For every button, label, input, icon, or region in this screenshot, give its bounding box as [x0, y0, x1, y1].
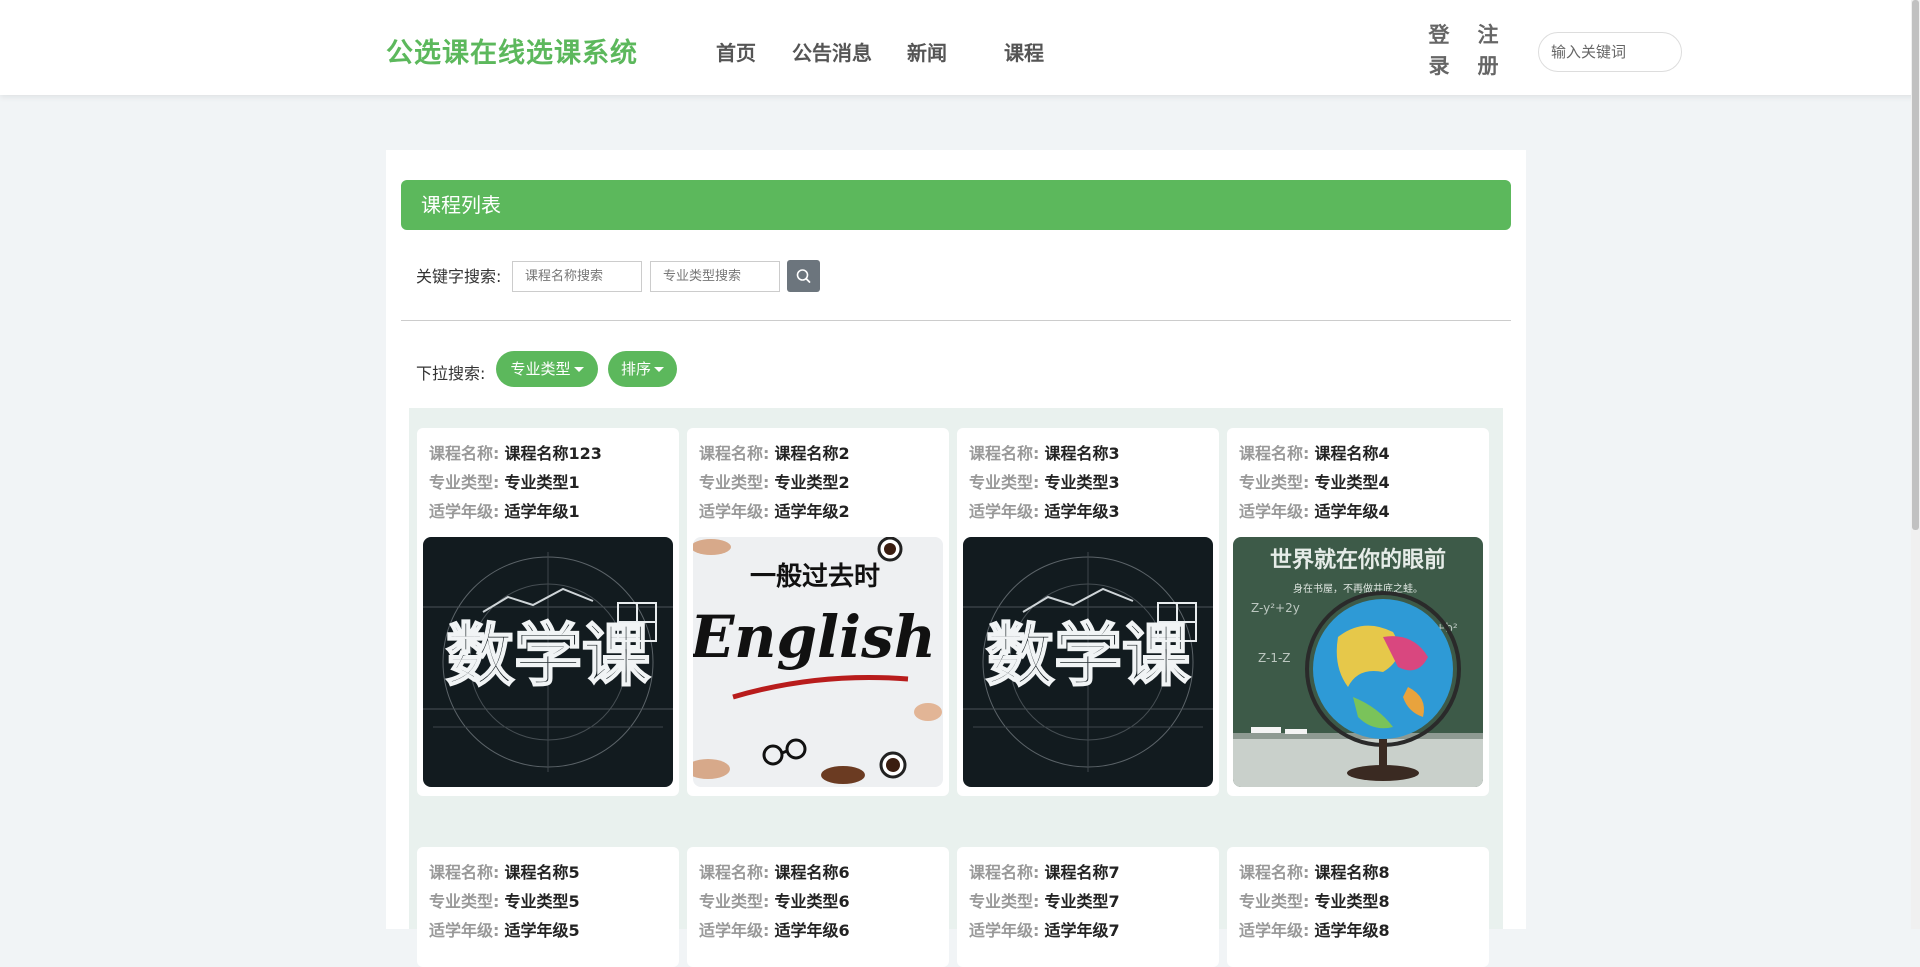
search-icon	[796, 269, 811, 283]
course-image[interactable]: 数学课	[963, 537, 1213, 787]
course-card[interactable]: 课程名称: 课程名称123 专业类型: 专业类型1 适学年级: 适学年级1 数学…	[417, 428, 679, 796]
sort-dropdown-label: 排序	[620, 360, 651, 378]
major-type: 专业类型8	[1314, 892, 1390, 911]
course-image[interactable]: 世界就在你的眼前 身在书屋，不再做井底之蛙。 Z-y²+2y Z-1-Z a²+…	[1233, 537, 1483, 787]
course-name: 课程名称3	[1044, 444, 1120, 463]
course-name: 课程名称4	[1314, 444, 1390, 463]
major-type-dropdown[interactable]: 专业类型	[496, 351, 598, 387]
major-type: 专业类型5	[504, 892, 580, 911]
course-name-label: 课程名称:	[699, 863, 770, 882]
caret-down-icon	[654, 367, 664, 372]
course-name: 课程名称2	[774, 444, 850, 463]
course-name: 课程名称8	[1314, 863, 1390, 882]
grade-label: 适学年级:	[699, 502, 770, 521]
panel-title: 课程列表	[401, 180, 1511, 230]
course-name-search-input[interactable]	[512, 261, 642, 292]
search-button[interactable]	[787, 260, 820, 292]
major-type-search-input[interactable]	[650, 261, 780, 292]
grade: 适学年级6	[774, 921, 850, 940]
grade-label: 适学年级:	[429, 921, 500, 940]
grade-label: 适学年级:	[969, 502, 1040, 521]
major-type-label: 专业类型:	[429, 892, 500, 911]
grade-label: 适学年级:	[699, 921, 770, 940]
course-name-label: 课程名称:	[699, 444, 770, 463]
grade: 适学年级1	[504, 502, 580, 521]
course-image[interactable]: 数学课	[423, 537, 673, 787]
course-card[interactable]: 课程名称: 课程名称5 专业类型: 专业类型5 适学年级: 适学年级5	[417, 847, 679, 967]
major-type-label: 专业类型:	[699, 892, 770, 911]
course-card[interactable]: 课程名称: 课程名称6 专业类型: 专业类型6 适学年级: 适学年级6	[687, 847, 949, 967]
dropdown-search-label: 下拉搜索:	[416, 364, 486, 383]
section-divider	[401, 320, 1511, 321]
scrollbar-thumb[interactable]	[1912, 0, 1919, 530]
grade-label: 适学年级:	[969, 921, 1040, 940]
english-image-title: 一般过去时	[750, 562, 880, 592]
major-type: 专业类型3	[1044, 473, 1120, 492]
major-type-dropdown-label: 专业类型	[510, 360, 571, 378]
site-brand[interactable]: 公选课在线选课系统	[386, 31, 638, 70]
header-search-input[interactable]	[1538, 32, 1682, 72]
course-name-label: 课程名称:	[1239, 863, 1310, 882]
nav-courses[interactable]: 课程	[1004, 37, 1044, 66]
course-card[interactable]: 课程名称: 课程名称2 专业类型: 专业类型2 适学年级: 适学年级2 一般过去…	[687, 428, 949, 796]
nav-home[interactable]: 首页	[716, 37, 756, 66]
course-name-label: 课程名称:	[1239, 444, 1310, 463]
login-link[interactable]: 登录	[1428, 20, 1450, 82]
caret-down-icon	[573, 367, 584, 372]
course-name: 课程名称5	[504, 863, 580, 882]
course-name: 课程名称123	[504, 444, 602, 463]
major-type-label: 专业类型:	[429, 473, 500, 492]
course-card[interactable]: 课程名称: 课程名称4 专业类型: 专业类型4 适学年级: 适学年级4 世界就在…	[1227, 428, 1489, 796]
grade: 适学年级2	[774, 502, 850, 521]
grade: 适学年级5	[504, 921, 580, 940]
globe-image-subtitle: 身在书屋，不再做井底之蛙。	[1293, 582, 1423, 595]
svg-text:Z-y²+2y: Z-y²+2y	[1251, 601, 1300, 615]
course-name: 课程名称7	[1044, 863, 1120, 882]
grade: 适学年级7	[1044, 921, 1120, 940]
grade: 适学年级4	[1314, 502, 1390, 521]
grade-label: 适学年级:	[429, 502, 500, 521]
grade: 适学年级8	[1314, 921, 1390, 940]
course-name-label: 课程名称:	[429, 863, 500, 882]
keyword-search-label: 关键字搜索:	[416, 267, 502, 286]
math-image-text: 数学课	[986, 617, 1191, 696]
course-name-label: 课程名称:	[429, 444, 500, 463]
math-image-text: 数学课	[446, 617, 651, 696]
course-list-panel: 课程列表 关键字搜索: 下拉搜索: 专业类型 排序 课程名称: 课程名称123 …	[386, 150, 1526, 967]
register-link[interactable]: 注册	[1477, 20, 1499, 82]
grade-label: 适学年级:	[1239, 921, 1310, 940]
course-name: 课程名称6	[774, 863, 850, 882]
course-name-label: 课程名称:	[969, 444, 1040, 463]
grade-label: 适学年级:	[1239, 502, 1310, 521]
sort-dropdown[interactable]: 排序	[608, 351, 677, 387]
course-card[interactable]: 课程名称: 课程名称8 专业类型: 专业类型8 适学年级: 适学年级8	[1227, 847, 1489, 967]
major-type-label: 专业类型:	[969, 892, 1040, 911]
major-type: 专业类型2	[774, 473, 850, 492]
major-type: 专业类型4	[1314, 473, 1390, 492]
top-navbar: 公选课在线选课系统 首页 公告消息 新闻 课程 登录 注册	[0, 0, 1920, 95]
major-type: 专业类型6	[774, 892, 850, 911]
english-image-word: English	[693, 603, 936, 671]
nav-news[interactable]: 新闻	[907, 37, 947, 66]
major-type: 专业类型7	[1044, 892, 1120, 911]
course-card[interactable]: 课程名称: 课程名称7 专业类型: 专业类型7 适学年级: 适学年级7	[957, 847, 1219, 967]
course-image[interactable]: 一般过去时 English	[693, 537, 943, 787]
svg-text:Z-1-Z: Z-1-Z	[1258, 651, 1291, 665]
nav-announcements[interactable]: 公告消息	[792, 37, 872, 66]
globe-image-title: 世界就在你的眼前	[1270, 547, 1446, 573]
course-name-label: 课程名称:	[969, 863, 1040, 882]
major-type-label: 专业类型:	[1239, 892, 1310, 911]
grade: 适学年级3	[1044, 502, 1120, 521]
major-type-label: 专业类型:	[1239, 473, 1310, 492]
course-card[interactable]: 课程名称: 课程名称3 专业类型: 专业类型3 适学年级: 适学年级3 数学课	[957, 428, 1219, 796]
major-type-label: 专业类型:	[699, 473, 770, 492]
major-type-label: 专业类型:	[969, 473, 1040, 492]
major-type: 专业类型1	[504, 473, 580, 492]
